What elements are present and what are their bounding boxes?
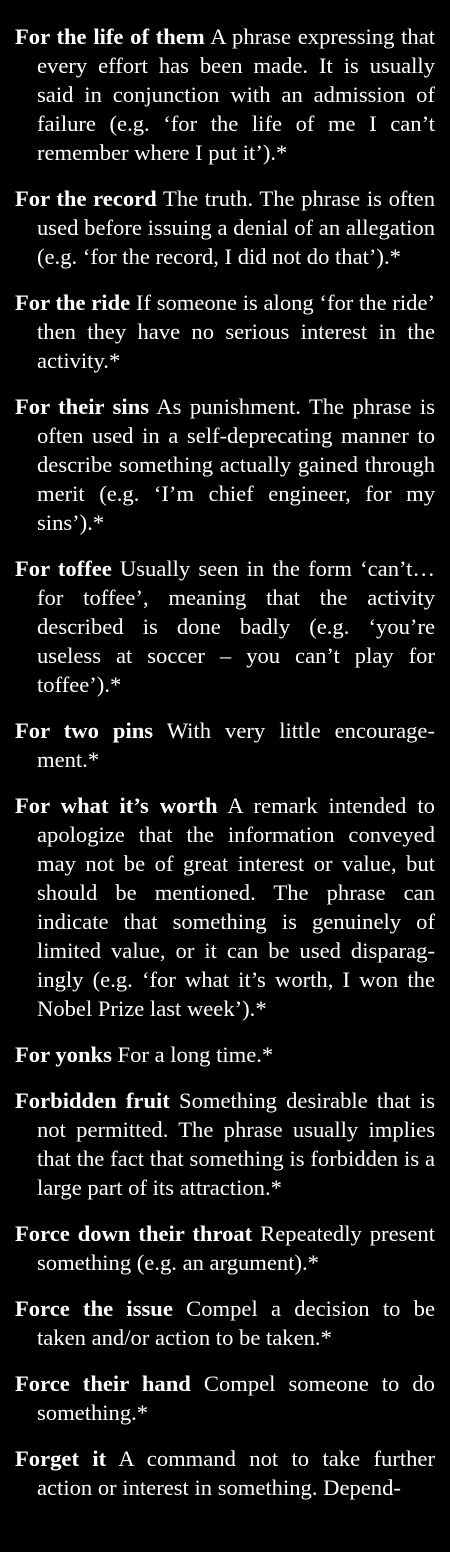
entry-term: For their sins bbox=[15, 394, 150, 419]
entry-force-the-issue: Force the issue Compel a decision to be … bbox=[15, 1294, 435, 1352]
entry-forbidden-fruit: Forbidden fruit Something desirable that… bbox=[15, 1086, 435, 1202]
entry-for-two-pins: For two pins With very little encourage-… bbox=[15, 716, 435, 774]
entry-force-their-hand: Force their hand Compel someone to do so… bbox=[15, 1369, 435, 1427]
entry-term: For two pins bbox=[15, 718, 154, 743]
entry-forget-it: Forget it A command not to take further … bbox=[15, 1444, 435, 1502]
entry-term: For what it’s worth bbox=[15, 793, 218, 818]
entry-for-what-its-worth: For what it’s worth A remark intended to… bbox=[15, 791, 435, 1023]
entry-for-toffee: For toffee Usually seen in the form ‘can… bbox=[15, 554, 435, 699]
entry-for-the-ride: For the ride If someone is along ‘for th… bbox=[15, 288, 435, 375]
entry-for-the-record: For the record The truth. The phrase is … bbox=[15, 184, 435, 271]
entry-term: Force down their throat bbox=[15, 1221, 253, 1246]
entry-term: For the life of them bbox=[15, 24, 205, 49]
dictionary-page: For the life of them A phrase expressing… bbox=[15, 22, 435, 1519]
entry-term: Force their hand bbox=[15, 1371, 191, 1396]
entry-force-down-their-throat: Force down their throat Repeatedly prese… bbox=[15, 1219, 435, 1277]
entry-definition: For a long time.* bbox=[117, 1042, 274, 1067]
entry-for-the-life-of-them: For the life of them A phrase expressing… bbox=[15, 22, 435, 167]
entry-term: For yonks bbox=[15, 1042, 112, 1067]
entry-for-yonks: For yonks For a long time.* bbox=[15, 1040, 435, 1069]
entry-definition: A remark intended to apologize that the … bbox=[37, 793, 435, 1021]
entry-term: Forbidden fruit bbox=[15, 1088, 170, 1113]
entry-term: For the record bbox=[15, 186, 157, 211]
entry-for-their-sins: For their sins As punishment. The phrase… bbox=[15, 392, 435, 537]
entry-term: Force the issue bbox=[15, 1296, 173, 1321]
entry-term: For toffee bbox=[15, 556, 112, 581]
entry-term: Forget it bbox=[15, 1446, 107, 1471]
entry-term: For the ride bbox=[15, 290, 131, 315]
